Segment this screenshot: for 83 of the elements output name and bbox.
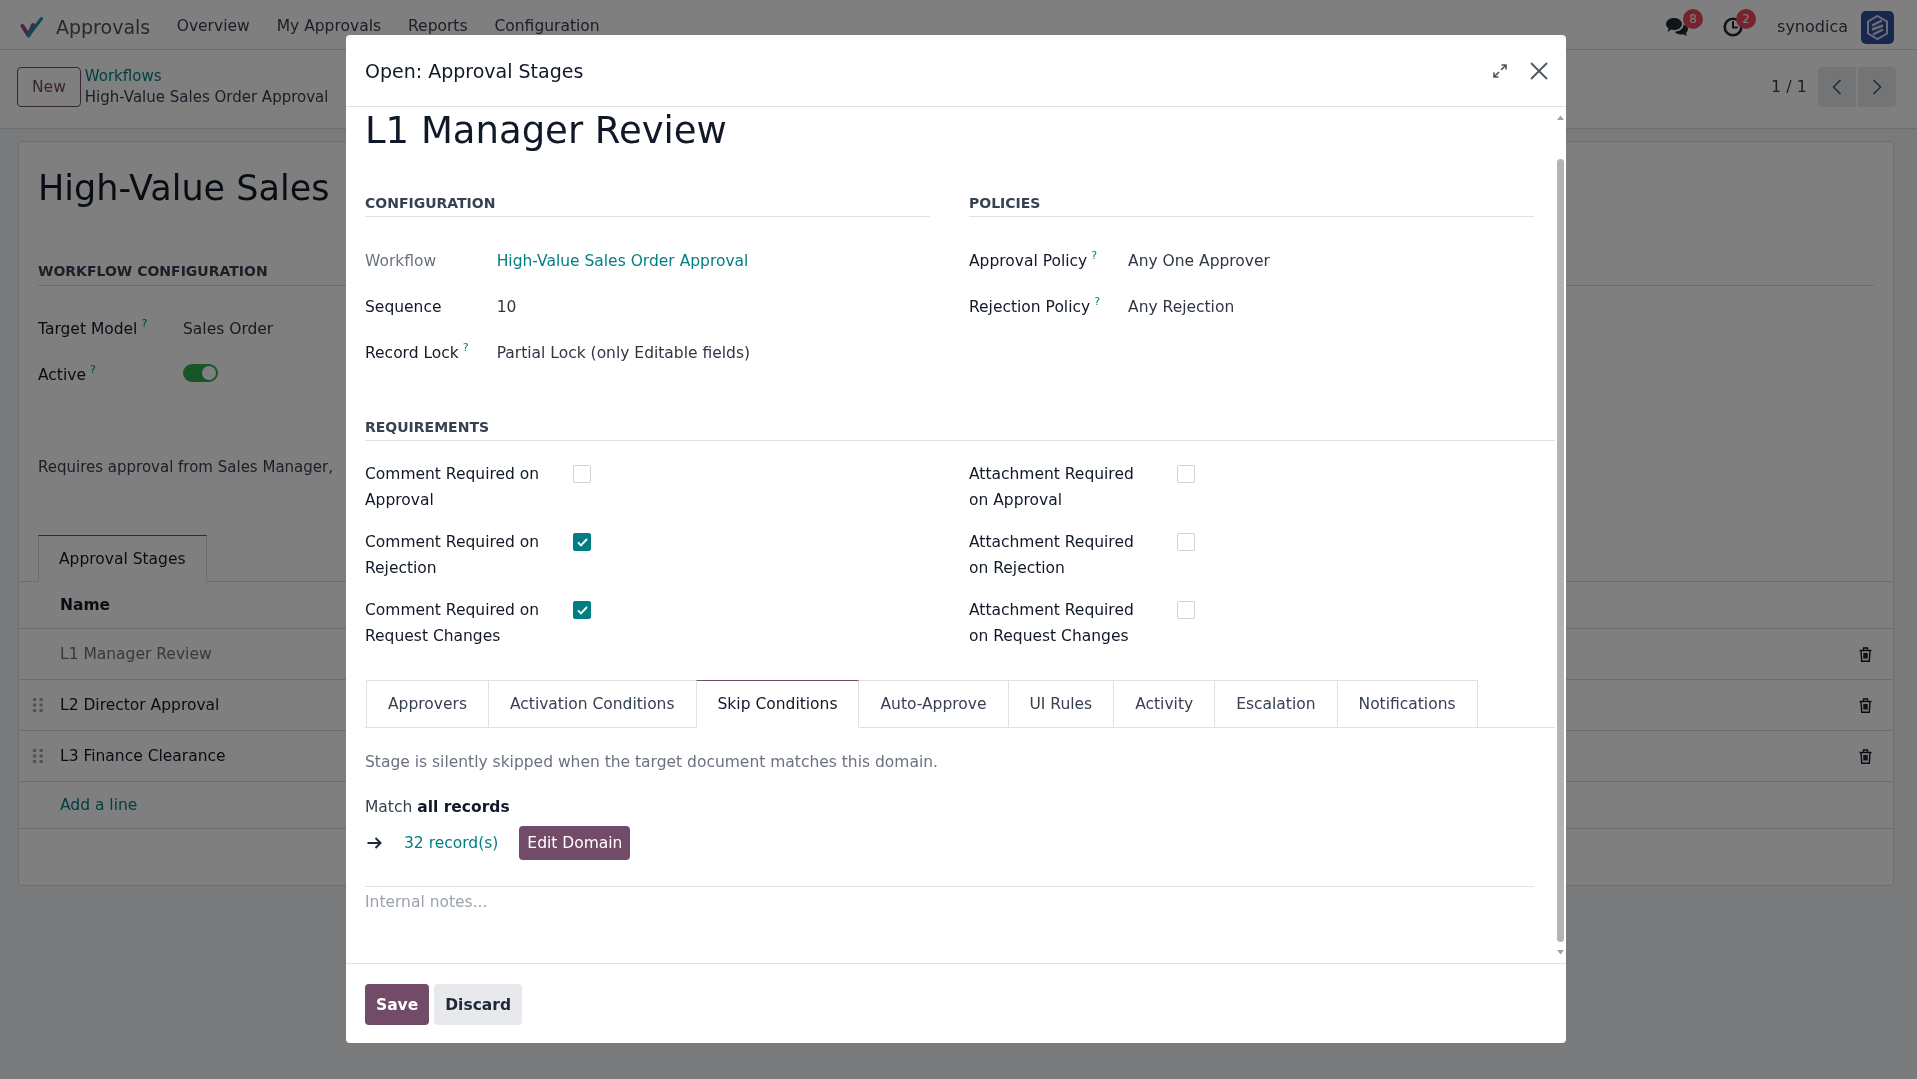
field-label: Active [38, 366, 86, 384]
field-value: Any Rejection [1128, 297, 1235, 318]
checkbox-label: Comment Required on Approval [365, 464, 541, 511]
drag-handle-icon[interactable] [33, 749, 43, 763]
toggle-switch[interactable] [183, 364, 218, 382]
tab[interactable]: Approvers [366, 680, 489, 728]
menu-item[interactable]: Overview [163, 19, 264, 35]
close-button[interactable] [1530, 61, 1548, 80]
drag-handle-icon[interactable] [33, 698, 43, 712]
domain-match-text: Match all records [365, 797, 510, 818]
help-marker[interactable]: ? [141, 318, 148, 329]
field-label: Approval Policy [969, 252, 1088, 270]
new-button[interactable]: New [17, 67, 81, 107]
column-header[interactable]: Name [60, 596, 111, 614]
breadcrumb-link[interactable]: Workflows [84, 66, 162, 87]
records-link[interactable]: 32 record(s) [404, 834, 499, 852]
checkbox-label: Comment Required on Request Changes [365, 600, 541, 647]
notification-badge: 2 [1736, 9, 1757, 29]
tab[interactable]: Approval Stages [38, 535, 207, 582]
trash-icon [1859, 748, 1872, 764]
help-marker[interactable]: ? [89, 364, 96, 375]
delete-button[interactable] [1859, 646, 1872, 662]
close-icon [1530, 61, 1548, 80]
checkbox-label: Attachment Required on Approval [969, 464, 1135, 511]
delete-button[interactable] [1859, 748, 1872, 764]
add-line-link[interactable]: Add a line [60, 796, 138, 814]
tab[interactable]: Notifications [1336, 680, 1478, 728]
edit-domain-button[interactable]: Edit Domain [519, 826, 631, 860]
description-text: Requires approval from Sales Manager, [38, 457, 333, 478]
field-value: Sales Order [183, 320, 274, 338]
table-cell-text: L3 Finance Clearance [60, 746, 226, 767]
checkmark-icon [576, 605, 588, 615]
field-label: Record Lock [365, 344, 459, 362]
section-heading: WORKFLOW CONFIGURATION [38, 263, 268, 279]
field-label: Workflow [365, 252, 437, 270]
arrow-right-icon [367, 837, 382, 849]
delete-button[interactable] [1859, 697, 1872, 713]
trash-icon [1859, 697, 1872, 713]
section-heading: POLICIES [969, 195, 1041, 211]
table-cell-text: L1 Manager Review [60, 644, 212, 665]
discard-button[interactable]: Discard [434, 984, 523, 1025]
dialog-title: Open: Approval Stages [365, 58, 584, 83]
pager-counter: 1 / 1 [1771, 76, 1807, 98]
user-name[interactable]: synodica [1777, 19, 1848, 35]
field-label: Target Model [38, 320, 138, 338]
record-title: High-Value Sales [38, 167, 330, 210]
menu-item[interactable]: Configuration [481, 19, 614, 35]
expand-button[interactable] [1493, 63, 1507, 78]
checkbox[interactable] [573, 533, 591, 551]
checkbox-label: Attachment Required on Request Changes [969, 600, 1135, 647]
avatar-icon[interactable] [1861, 10, 1894, 44]
menu-item[interactable]: Reports [394, 19, 481, 35]
field-label: Rejection Policy [969, 298, 1091, 316]
trash-icon [1859, 646, 1872, 662]
app-name[interactable]: Approvals [56, 17, 151, 37]
section-heading: REQUIREMENTS [365, 419, 489, 435]
save-button[interactable]: Save [365, 984, 430, 1025]
table-cell-text: L2 Director Approval [60, 695, 220, 716]
field-value: Any One Approver [1128, 251, 1270, 272]
checkbox-label: Comment Required on Rejection [365, 532, 541, 579]
help-text: Stage is silently skipped when the target document matches this domain. [365, 752, 938, 773]
breadcrumb-current: High-Value Sales Order Approval [84, 87, 329, 108]
help-marker[interactable]: ? [462, 342, 469, 353]
record-link[interactable]: High-Value Sales Order Approval [496, 250, 749, 272]
notification-badge: 8 [1683, 9, 1704, 29]
checkbox-label: Attachment Required on Rejection [969, 532, 1135, 579]
help-marker[interactable]: ? [1094, 296, 1101, 307]
help-marker[interactable]: ? [1091, 250, 1098, 261]
chevron-right-icon [1872, 79, 1882, 95]
record-title: L1 Manager Review [365, 109, 727, 153]
field-value: 10 [496, 297, 517, 318]
section-heading: CONFIGURATION [365, 195, 496, 211]
checkmark-icon [576, 537, 588, 547]
expand-icon [1493, 63, 1507, 78]
chat-icon[interactable] [1666, 17, 1689, 37]
checkmark-logo-icon[interactable] [20, 16, 44, 38]
menu-item[interactable]: My Approvals [263, 19, 395, 35]
field-value: Partial Lock (only Editable fields) [496, 343, 751, 364]
field-label: Sequence [365, 298, 442, 316]
clock-icon[interactable] [1723, 17, 1744, 37]
chevron-left-icon [1832, 79, 1842, 95]
checkbox[interactable] [573, 601, 591, 619]
tab[interactable]: Skip Conditions [695, 680, 860, 728]
